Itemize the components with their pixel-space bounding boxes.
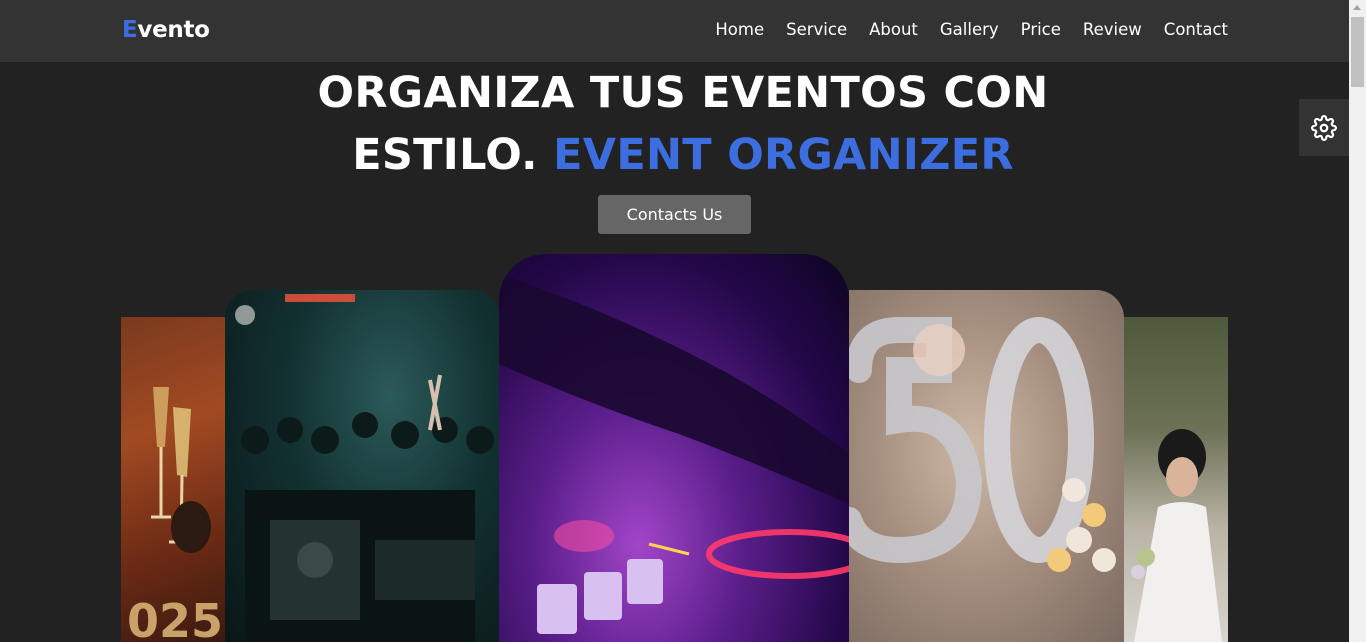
main-nav: Home Service About Gallery Price Review …: [715, 20, 1228, 39]
nav-price[interactable]: Price: [1021, 20, 1061, 39]
hero-title-line2-white: ESTILO.: [352, 130, 538, 180]
logo-rest: vento: [137, 17, 210, 43]
nav-about[interactable]: About: [869, 20, 918, 39]
hero-title-accent: EVENT ORGANIZER: [553, 130, 1014, 180]
contact-us-button[interactable]: Contacts Us: [598, 195, 751, 234]
nav-home[interactable]: Home: [715, 20, 764, 39]
gear-icon: [1311, 114, 1337, 141]
site-header: Evento Home Service About Gallery Price …: [0, 0, 1349, 62]
nav-gallery[interactable]: Gallery: [940, 20, 999, 39]
gallery-image-bride: [1124, 317, 1228, 642]
page-scrollbar[interactable]: [1349, 0, 1366, 642]
gallery-image-concert-crowd: [225, 290, 500, 642]
settings-button[interactable]: [1299, 99, 1349, 156]
gallery-image-balloons-50: [849, 290, 1124, 642]
hero-title: ORGANIZA TUS EVENTOS CON ESTILO. EVENT O…: [283, 62, 1083, 186]
scroll-up-arrow-icon[interactable]: [1353, 5, 1361, 10]
site-logo[interactable]: Evento: [122, 17, 210, 43]
gallery-image-dj-mixer: [499, 254, 849, 642]
gallery-image-champagne: 025: [121, 317, 225, 642]
nav-contact[interactable]: Contact: [1164, 20, 1228, 39]
scrollbar-thumb[interactable]: [1351, 17, 1364, 87]
nav-review[interactable]: Review: [1083, 20, 1142, 39]
nav-service[interactable]: Service: [786, 20, 847, 39]
hero-title-line1: ORGANIZA TUS EVENTOS CON: [317, 68, 1049, 118]
svg-text:025: 025: [127, 594, 223, 642]
logo-first-letter: E: [122, 17, 138, 43]
